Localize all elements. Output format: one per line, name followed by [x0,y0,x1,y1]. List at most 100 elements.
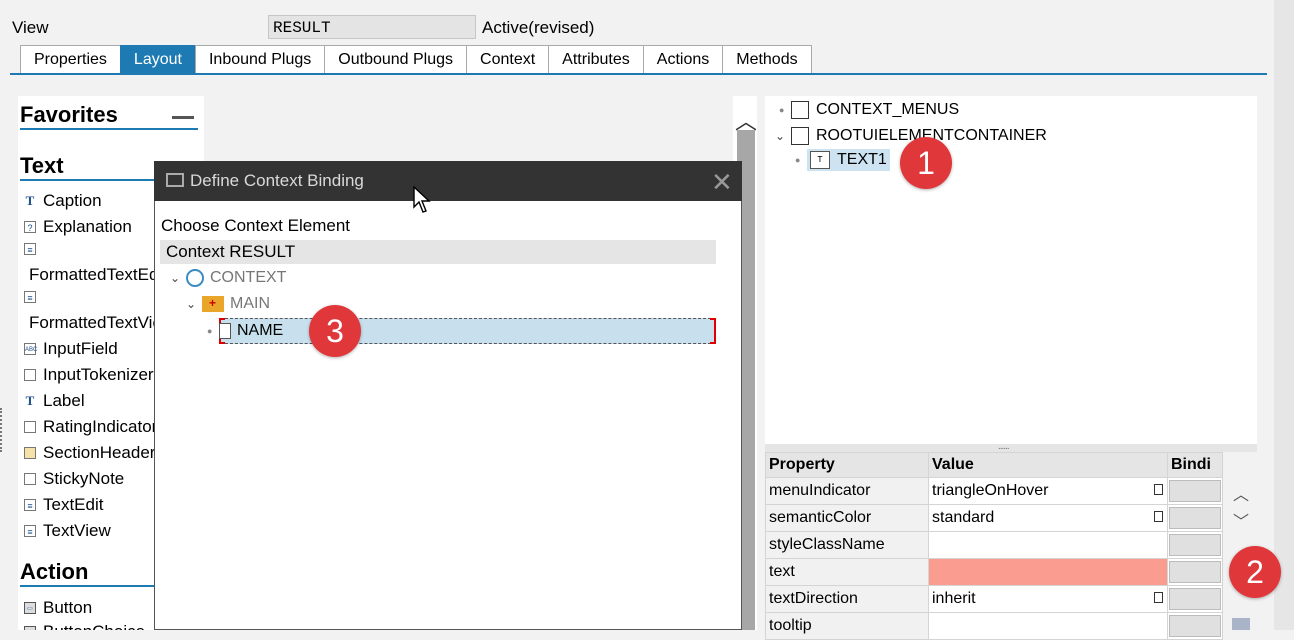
palette-item-buttonchoice[interactable]: ▭ButtonChoice [24,622,145,630]
property-value-field[interactable]: standard [928,504,1168,532]
context-node-name[interactable]: ● NAME [207,322,283,340]
selected-context-node[interactable] [220,318,716,344]
chevron-down-icon[interactable]: ﹀ [1233,508,1249,532]
close-icon[interactable]: ✕ [711,167,733,198]
property-value-field[interactable] [928,612,1168,640]
binding-cell[interactable] [1167,504,1223,532]
binding-button[interactable] [1169,588,1221,610]
chevron-down-icon[interactable]: ⌄ [775,129,791,143]
dialog-title: Define Context Binding [190,171,364,190]
palette-item-button[interactable]: ▭ Button [24,598,92,618]
chevron-down-icon[interactable]: ⌄ [170,271,186,285]
step-badge-1: 1 [900,137,952,189]
palette-item-textedit[interactable]: ≡ TextEdit [24,495,103,515]
text-view-icon: ≡ [24,525,36,537]
step-badge-3: 3 [309,305,361,357]
value-help-icon[interactable] [1154,592,1163,603]
property-scroll-thumb[interactable] [1232,618,1250,630]
palette-item-stickynote[interactable]: StickyNote [24,469,124,489]
checkbox-icon [24,369,36,381]
property-row: tooltip [765,612,1223,640]
property-row: textDirection inherit [765,585,1223,613]
binding-button[interactable] [1169,615,1221,637]
panel-splitter[interactable] [765,444,1257,452]
property-name: text [765,558,929,586]
property-row: text [765,558,1223,586]
palette-item-ratingindicator[interactable]: RatingIndicator [24,417,157,437]
checkbox-icon [791,127,809,145]
binding-cell[interactable] [1167,585,1223,613]
mouse-cursor-icon [413,186,431,213]
property-value-field[interactable] [928,531,1168,559]
palette-item-sectionheader[interactable]: SectionHeader [24,443,155,463]
palette-item-label-formattedtextview[interactable]: FormattedTextView [29,313,174,333]
leaf-dot-icon: ● [795,155,801,165]
palette-group-favorites[interactable]: Favorites [20,102,198,130]
binding-cell[interactable] [1167,477,1223,505]
value-help-icon[interactable] [1154,511,1163,522]
tab-context[interactable]: Context [466,45,550,73]
palette-item-explanation[interactable]: ? Explanation [24,217,132,237]
property-value-field[interactable]: triangleOnHover [928,477,1168,505]
tree-item-text1[interactable]: ● T TEXT1 [795,149,890,171]
palette-item-label[interactable]: T Label [24,391,85,411]
context-root-icon [186,269,204,287]
property-name: tooltip [765,612,929,640]
palette-item-formattedtextview[interactable]: ≡ [24,291,43,303]
property-value-field[interactable]: inherit [928,585,1168,613]
selection-marker-right [710,318,716,344]
tab-strip: Properties Layout Inbound Plugs Outbound… [20,45,812,73]
palette-item-label-formattedtextedit[interactable]: FormattedTextEdit [29,265,167,285]
palette-item-caption[interactable]: T Caption [24,191,102,211]
binding-cell[interactable] [1167,612,1223,640]
tab-layout[interactable]: Layout [119,45,196,73]
binding-cell[interactable] [1167,558,1223,586]
palette-group-title: Favorites [20,102,118,127]
chevron-up-icon[interactable]: ︿ [1233,481,1249,505]
chevron-down-icon[interactable]: ⌄ [186,297,202,311]
property-row: menuIndicator triangleOnHover [765,477,1223,505]
binding-button[interactable] [1169,507,1221,529]
palette-group-title: Action [20,559,89,584]
property-name: styleClassName [765,531,929,559]
view-status: Active(revised) [482,18,595,37]
formatted-text-icon: ≡ [24,291,36,303]
section-header-icon [24,447,36,459]
palette-item-formattedtextedit[interactable]: ≡ [24,243,43,255]
resize-grip[interactable] [0,408,6,452]
palette-item-inputfield[interactable]: ABC InputField [24,339,118,359]
text-property-value-field[interactable] [928,558,1168,586]
palette-item-textview[interactable]: ≡ TextView [24,521,111,541]
selected-node[interactable]: T TEXT1 [807,149,890,171]
text-type-icon: T [24,193,36,208]
tab-actions[interactable]: Actions [642,45,724,73]
palette-item-inputtokenizer[interactable]: InputTokenizer [24,365,154,385]
value-help-icon[interactable] [1154,484,1163,495]
context-node-context[interactable]: ⌄ CONTEXT [170,269,286,287]
property-table: Property Value Bindi menuIndicator trian… [765,452,1223,640]
collapse-icon[interactable] [172,116,194,119]
tab-outbound-plugs[interactable]: Outbound Plugs [324,45,468,73]
tab-inbound-plugs[interactable]: Inbound Plugs [194,45,326,73]
column-value: Value [928,452,1168,478]
checkbox-icon [24,473,36,485]
view-label: View [12,18,49,37]
property-scrollbar[interactable] [1226,452,1257,630]
text-binding-button[interactable] [1169,561,1221,583]
tab-methods[interactable]: Methods [722,45,812,73]
binding-button[interactable] [1169,534,1221,556]
splitter-grip-icon[interactable]: ...... [998,441,1010,452]
checkbox-icon [24,421,36,433]
property-row: styleClassName [765,531,1223,559]
binding-button[interactable] [1169,480,1221,502]
leaf-dot-icon: ● [779,105,785,115]
context-node-main[interactable]: ⌄ MAIN [186,295,270,313]
tree-item-context-menus[interactable]: ● CONTEXT_MENUS [779,101,959,119]
scroll-up-icon[interactable]: ︿ [735,104,757,136]
tab-attributes[interactable]: Attributes [548,45,644,73]
binding-cell[interactable] [1167,531,1223,559]
view-name-field: RESULT [268,15,476,39]
button-icon: ▭ [24,602,36,614]
step-badge-2: 2 [1229,546,1281,598]
tab-properties[interactable]: Properties [20,45,121,73]
